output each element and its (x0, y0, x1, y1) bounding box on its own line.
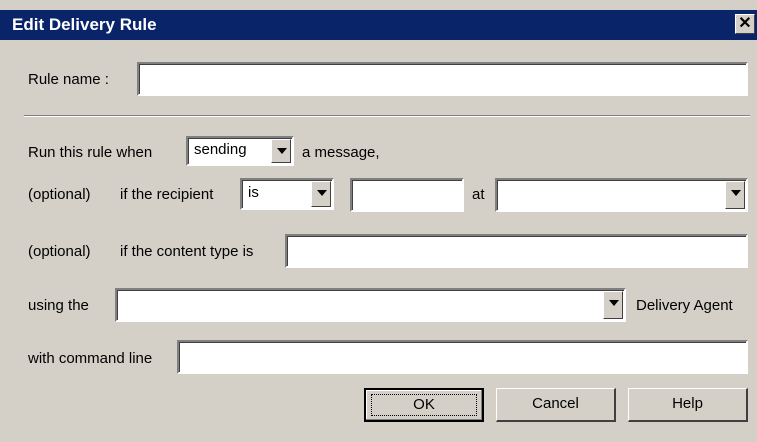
chevron-down-icon[interactable] (271, 139, 291, 163)
recipient-name-input[interactable] (350, 178, 464, 212)
close-button[interactable]: ✕ (735, 14, 755, 34)
separator (24, 115, 750, 117)
window-title: Edit Delivery Rule (12, 15, 157, 34)
recipient-operator-selected: is (248, 184, 259, 201)
ok-button-label: OK (413, 396, 435, 413)
chevron-down-icon[interactable] (311, 181, 331, 207)
close-icon: ✕ (738, 15, 752, 32)
content-type-input[interactable] (285, 234, 748, 268)
title-bar: Edit Delivery Rule ✕ (0, 10, 757, 40)
recipient-domain-select[interactable] (495, 178, 748, 212)
recipient-label: if the recipient (120, 186, 214, 203)
cancel-button-label: Cancel (532, 395, 579, 412)
chevron-down-icon[interactable] (725, 181, 745, 209)
content-type-label: if the content type is (120, 243, 254, 260)
content-type-optional-label: (optional) (28, 243, 91, 260)
ok-button[interactable]: OK (364, 388, 484, 422)
rule-name-label: Rule name : (28, 71, 109, 88)
agent-suffix: Delivery Agent (636, 297, 733, 314)
recipient-operator-select[interactable]: is (240, 178, 334, 210)
help-button[interactable]: Help (628, 388, 748, 422)
recipient-optional-label: (optional) (28, 186, 91, 203)
help-button-label: Help (672, 395, 703, 412)
rule-name-input[interactable] (137, 62, 748, 96)
command-line-label: with command line (28, 350, 153, 367)
agent-label: using the (28, 297, 89, 314)
run-when-suffix: a message, (302, 144, 380, 161)
delivery-agent-select[interactable] (115, 288, 626, 322)
run-when-select[interactable]: sending (186, 136, 294, 166)
run-when-label: Run this rule when (28, 144, 153, 161)
command-line-input[interactable] (177, 340, 748, 374)
at-label: at (472, 186, 485, 203)
edit-delivery-rule-dialog: Edit Delivery Rule ✕ Rule name : Run thi… (0, 0, 757, 442)
run-when-selected: sending (194, 141, 247, 158)
chevron-down-icon[interactable] (603, 291, 623, 319)
cancel-button[interactable]: Cancel (496, 388, 616, 422)
